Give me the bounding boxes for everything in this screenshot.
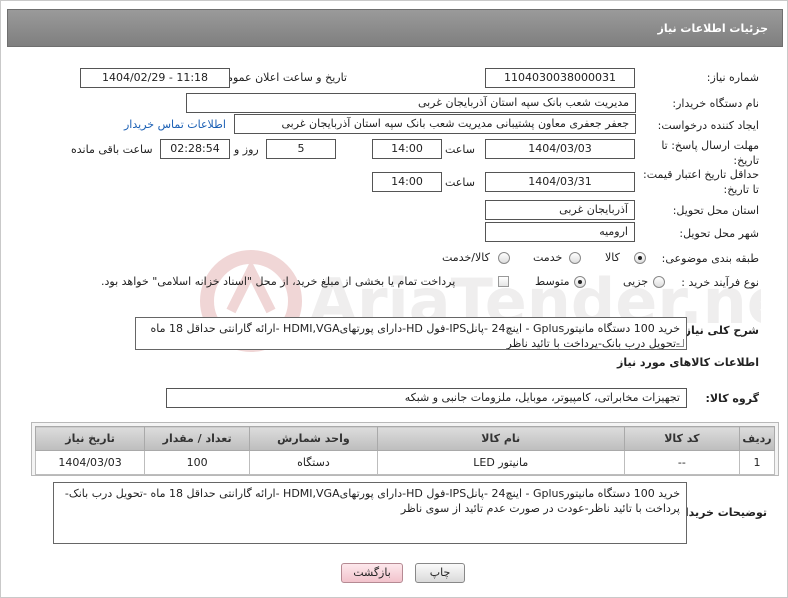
print-button[interactable]: چاپ <box>415 563 465 583</box>
goods-group-field: تجهیزات مخابراتی، کامپیوتر، موبایل، ملزو… <box>166 388 687 408</box>
creator-label: ایجاد کننده درخواست: <box>657 119 759 132</box>
need-number-label: شماره نیاز: <box>706 71 759 84</box>
city-field: ارومیه <box>485 222 635 242</box>
announce-field: 1404/02/29 - 11:18 <box>80 68 230 88</box>
process-option-minor: جزیی <box>623 275 649 288</box>
process-radio-minor[interactable] <box>653 276 665 288</box>
cell-quantity: 100 <box>144 450 251 475</box>
validity-time-label: ساعت <box>445 176 475 189</box>
table-row: 1 -- مانیتور LED دستگاه 100 1404/03/03 <box>34 450 775 475</box>
category-radio-both[interactable] <box>498 252 510 264</box>
goods-group-label: گروه کالا: <box>705 392 759 405</box>
deadline-label: مهلت ارسال پاسخ: تا تاریخ: <box>661 139 759 167</box>
description-field: خرید 100 دستگاه مانیتورGplus - اینچ24 -پ… <box>135 317 687 350</box>
deadline-time-field: 14:00 <box>372 139 442 159</box>
category-option-service: خدمت <box>533 251 563 264</box>
category-option-goods: کالا <box>605 251 620 264</box>
days-field: 5 <box>266 139 336 159</box>
cell-unit: دستگاه <box>249 450 378 475</box>
col-header-goods-code: کد کالا <box>623 426 741 451</box>
need-number-field: 1104030038000031 <box>485 68 635 88</box>
creator-field: جعفر جعفری معاون پشتیبانی مدیریت شعب بان… <box>234 114 636 134</box>
table-header-row: ردیف کد کالا نام کالا واحد شمارش تعداد /… <box>34 426 775 451</box>
deadline-time-label: ساعت <box>445 143 475 156</box>
announce-label: تاریخ و ساعت اعلان عمومی: <box>214 71 347 84</box>
validity-date-field: 1404/03/31 <box>485 172 635 192</box>
treasury-payment-note: پرداخت تمام یا بخشی از مبلغ خرید، از محل… <box>101 275 456 288</box>
resize-handle-icon[interactable] <box>676 339 684 347</box>
col-header-goods-name: نام کالا <box>376 426 625 451</box>
page-header: جزئیات اطلاعات نیاز <box>7 9 783 47</box>
buyer-notes-label: توضیحات خریدار: <box>674 506 767 519</box>
buyer-notes-field: خرید 100 دستگاه مانیتورGplus - اینچ24 -پ… <box>53 482 687 544</box>
back-button[interactable]: بازگشت <box>341 563 403 583</box>
category-option-both: کالا/خدمت <box>442 251 490 264</box>
cell-row-number: 1 <box>739 450 775 475</box>
buyer-notes-text: خرید 100 دستگاه مانیتورGplus - اینچ24 -پ… <box>64 487 680 515</box>
cell-goods-code: -- <box>623 450 741 475</box>
process-label: نوع فرآیند خرید : <box>681 276 759 289</box>
deadline-date-field: 1404/03/03 <box>485 139 635 159</box>
items-table: ردیف کد کالا نام کالا واحد شمارش تعداد /… <box>34 426 775 475</box>
col-header-row-number: ردیف <box>739 426 775 451</box>
remaining-time-field: 02:28:54 <box>160 139 230 159</box>
category-radio-goods[interactable] <box>634 252 646 264</box>
process-radio-medium[interactable] <box>574 276 586 288</box>
cell-need-date: 1404/03/03 <box>34 450 146 475</box>
col-header-unit: واحد شمارش <box>249 426 378 451</box>
page-title: جزئیات اطلاعات نیاز <box>657 22 769 35</box>
goods-info-title: اطلاعات کالاهای مورد نیاز <box>617 356 759 369</box>
description-text: خرید 100 دستگاه مانیتورGplus - اینچ24 -پ… <box>150 322 680 350</box>
treasury-payment-checkbox[interactable] <box>498 276 509 287</box>
cell-goods-name: مانیتور LED <box>376 450 625 475</box>
contact-info-link[interactable]: اطلاعات تماس خریدار <box>124 118 226 131</box>
validity-time-field: 14:00 <box>372 172 442 192</box>
category-label: طبقه بندی موضوعی: <box>661 252 759 265</box>
remaining-label: ساعت باقی مانده <box>71 143 153 156</box>
buyer-org-label: نام دستگاه خریدار: <box>672 97 759 110</box>
col-header-quantity: تعداد / مقدار <box>144 426 251 451</box>
days-label: روز و <box>234 143 259 156</box>
city-label: شهر محل تحویل: <box>679 227 759 240</box>
province-field: آذربایجان غربی <box>485 200 635 220</box>
page-frame: جزئیات اطلاعات نیاز AriaTender.neT شماره… <box>0 0 788 598</box>
description-label: شرح کلی نیاز: <box>680 324 759 337</box>
category-radio-service[interactable] <box>569 252 581 264</box>
col-header-need-date: تاریخ نیاز <box>34 426 146 451</box>
province-label: استان محل تحویل: <box>672 204 759 217</box>
buyer-org-field: مدیریت شعب بانک سپه استان آذربایجان غربی <box>186 93 636 113</box>
validity-label: حداقل تاریخ اعتبار قیمت: تا تاریخ: <box>643 168 759 196</box>
process-option-medium: متوسط <box>535 275 570 288</box>
